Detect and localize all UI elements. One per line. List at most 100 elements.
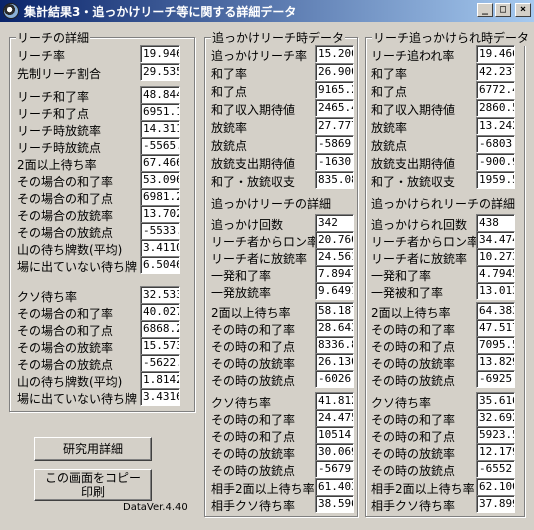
stat-value-field[interactable]: 15.2000 xyxy=(315,45,354,63)
stat-value-field[interactable]: 8336.84 xyxy=(315,336,354,354)
stat-value-field[interactable]: 53.0961 xyxy=(140,171,180,189)
stat-value-field[interactable]: 47.5177 xyxy=(476,319,515,337)
stat-value-field[interactable]: 13.0136 xyxy=(476,282,515,300)
stat-value-field[interactable]: 32.5333 xyxy=(140,286,180,304)
stat-value-field[interactable]: 3.43169 xyxy=(140,388,180,406)
stat-value-field[interactable]: 5923.52 xyxy=(476,426,515,444)
title-bar[interactable]: 集計結果3・追っかけリーチ等に関する詳細データ _ □ × xyxy=(0,0,534,22)
stat-label: 相手クソ待ち率 xyxy=(371,499,456,513)
stat-label: リーチ時放銃率 xyxy=(17,124,102,138)
stat-value-field[interactable]: -5533.6 xyxy=(140,222,180,240)
stat-value-field[interactable]: -5679.0 xyxy=(315,460,354,478)
stat-value-field[interactable]: 7.89473 xyxy=(315,265,354,283)
stat-value-field[interactable]: 10.2739 xyxy=(476,248,515,266)
stat-value-field[interactable]: 34.4748 xyxy=(476,231,515,249)
stat-value-field[interactable]: 26.1306 xyxy=(315,353,354,371)
window-title: 集計結果3・追っかけリーチ等に関する詳細データ xyxy=(24,4,297,19)
stat-value-field[interactable]: 6981.26 xyxy=(140,188,180,206)
stat-value-field[interactable]: 438 xyxy=(476,214,515,232)
stat-value-field[interactable]: -900.91 xyxy=(476,153,515,171)
stat-value-field[interactable]: 67.4666 xyxy=(140,154,180,172)
stat-value-field[interactable]: 6868.25 xyxy=(140,320,180,338)
stat-value-field[interactable]: 6951.13 xyxy=(140,103,180,121)
stat-value-field[interactable]: 48.8444 xyxy=(140,86,180,104)
stat-value-field[interactable]: 15.5737 xyxy=(140,337,180,355)
stat-value-field[interactable]: 19.9468 xyxy=(140,45,180,63)
version-label: DataVer.4.40 xyxy=(123,502,188,513)
stat-value-field[interactable]: 27.7777 xyxy=(315,117,354,135)
stat-label: 一発和了率 xyxy=(371,269,432,283)
stat-value-field[interactable]: 12.1794 xyxy=(476,443,515,461)
stat-value-field[interactable]: 2860.50 xyxy=(476,99,515,117)
stat-value-field[interactable]: 6.50461 xyxy=(140,256,180,274)
stat-value-field[interactable]: 13.7022 xyxy=(140,205,180,223)
stat-label: クソ待ち率 xyxy=(371,396,432,410)
stat-label: クソ待ち率 xyxy=(17,290,78,304)
app-icon[interactable] xyxy=(3,3,19,19)
stat-value-field[interactable]: 6772.43 xyxy=(476,81,515,99)
stat-value-field[interactable]: 1959.58 xyxy=(476,171,515,189)
stat-label: その時の放銃率 xyxy=(211,447,296,461)
stat-value-field[interactable]: 1.81420 xyxy=(140,371,180,389)
stat-value-field[interactable]: -5622.8 xyxy=(140,354,180,372)
stat-label: その時の和了率 xyxy=(211,323,296,337)
stat-value-field[interactable]: 64.3835 xyxy=(476,302,515,320)
stat-value-field[interactable]: 20.7602 xyxy=(315,231,354,249)
stat-value-field[interactable]: -5869.4 xyxy=(315,135,354,153)
minimize-button[interactable]: _ xyxy=(477,3,493,17)
stat-label: その時の放銃率 xyxy=(371,447,456,461)
stat-value-field[interactable]: 58.1871 xyxy=(315,302,354,320)
stat-label: 追っかけられ回数 xyxy=(371,218,468,232)
stat-value-field[interactable]: 32.6923 xyxy=(476,409,515,427)
stat-value-field[interactable]: 61.4035 xyxy=(315,478,354,496)
stat-label: その場合の和了率 xyxy=(17,307,114,321)
stat-label: その時の放銃点 xyxy=(371,464,456,478)
stat-value-field[interactable]: 10514.2 xyxy=(315,426,354,444)
stat-value-field[interactable]: 2465.49 xyxy=(315,99,354,117)
stat-label: 山の待ち牌数(平均) xyxy=(17,243,123,257)
stat-value-field[interactable]: 40.0273 xyxy=(140,303,180,321)
stat-value-field[interactable]: 13.2420 xyxy=(476,117,515,135)
stat-label: リーチ率 xyxy=(17,49,66,63)
stat-label: リーチ者に放銃率 xyxy=(371,252,468,266)
stat-value-field[interactable]: 7095.52 xyxy=(476,336,515,354)
stat-value-field[interactable]: 24.5614 xyxy=(315,248,354,266)
stat-value-field[interactable]: 3.41106 xyxy=(140,239,180,257)
maximize-button[interactable]: □ xyxy=(495,3,511,17)
stat-value-field[interactable]: -6925.6 xyxy=(476,370,515,388)
stat-value-field[interactable]: 30.0699 xyxy=(315,443,354,461)
stat-value-field[interactable]: 41.8128 xyxy=(315,392,354,410)
stat-value-field[interactable]: 38.5964 xyxy=(315,495,354,513)
stat-value-field[interactable]: 29.5356 xyxy=(140,63,180,81)
stat-value-field[interactable]: 13.8297 xyxy=(476,353,515,371)
stat-value-field[interactable]: 9.64912 xyxy=(315,282,354,300)
stat-value-field[interactable]: 35.6164 xyxy=(476,392,515,410)
stat-value-field[interactable]: 19.4666 xyxy=(476,45,515,63)
stat-value-field[interactable]: 42.2374 xyxy=(476,63,515,81)
stat-value-field[interactable]: 26.9005 xyxy=(315,63,354,81)
stat-value-field[interactable]: 14.3111 xyxy=(140,120,180,138)
stat-value-field[interactable]: -6552.6 xyxy=(476,460,515,478)
stat-value-field[interactable]: -5565.2 xyxy=(140,137,180,155)
stat-value-field[interactable]: 28.6432 xyxy=(315,319,354,337)
stat-value-field[interactable]: 62.1004 xyxy=(476,478,515,496)
stat-value-field[interactable]: 24.4755 xyxy=(315,409,354,427)
window-controls: _ □ × xyxy=(477,3,531,17)
stat-label: その時の和了点 xyxy=(211,340,296,354)
stat-value-field[interactable]: 835.087 xyxy=(315,171,354,189)
stat-value-field[interactable]: 9165.21 xyxy=(315,81,354,99)
stat-label: その時の和了点 xyxy=(371,340,456,354)
research-detail-button[interactable]: 研究用詳細 xyxy=(34,437,152,461)
stat-value-field[interactable]: 4.79452 xyxy=(476,265,515,283)
stat-label: 和了・放銃収支 xyxy=(211,175,296,189)
stat-value-field[interactable]: -6026.9 xyxy=(315,370,354,388)
stat-value-field[interactable]: 37.8995 xyxy=(476,495,515,513)
stat-label: その時の和了点 xyxy=(211,430,296,444)
stat-value-field[interactable]: -1630.4 xyxy=(315,153,354,171)
stat-label: その時の放銃率 xyxy=(371,357,456,371)
stat-label: その時の放銃点 xyxy=(371,374,456,388)
stat-value-field[interactable]: -6803.4 xyxy=(476,135,515,153)
close-button[interactable]: × xyxy=(515,3,531,17)
stat-value-field[interactable]: 342 xyxy=(315,214,354,232)
copy-print-button[interactable]: この画面をコピー 印刷 xyxy=(34,469,152,501)
